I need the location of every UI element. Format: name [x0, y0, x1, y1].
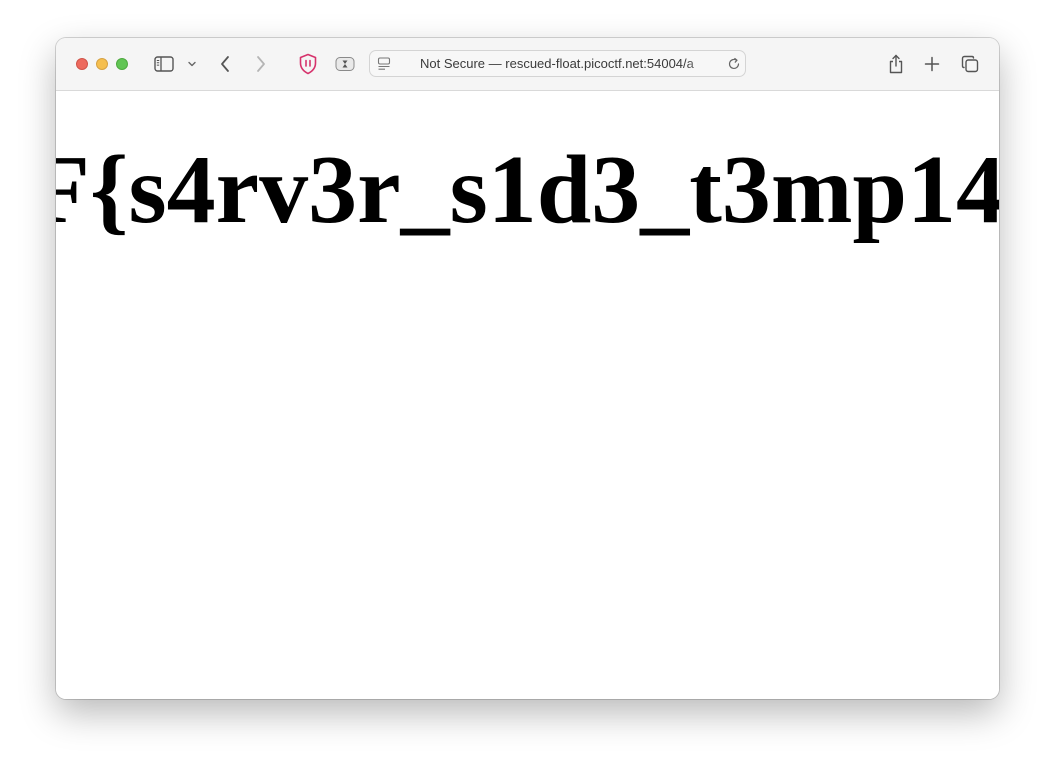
- page-content: F{s4rv3r_s1d3_t3mp14: [56, 91, 999, 699]
- address-bar[interactable]: Not Secure — rescued-float.picoctf.net:5…: [369, 50, 746, 77]
- share-icon[interactable]: [885, 52, 907, 76]
- forward-icon[interactable]: [252, 53, 270, 75]
- browser-window: Not Secure — rescued-float.picoctf.net:5…: [56, 38, 999, 699]
- page-heading: F{s4rv3r_s1d3_t3mp14: [56, 136, 999, 244]
- page-icon[interactable]: [376, 56, 392, 72]
- privacy-shield-icon[interactable]: [297, 52, 319, 76]
- back-icon[interactable]: [216, 53, 234, 75]
- chevron-down-icon[interactable]: [186, 58, 198, 70]
- maximize-window-button[interactable]: [116, 58, 128, 70]
- minimize-window-button[interactable]: [96, 58, 108, 70]
- hourglass-icon[interactable]: [335, 55, 355, 73]
- new-tab-icon[interactable]: [922, 54, 942, 74]
- close-window-button[interactable]: [76, 58, 88, 70]
- browser-toolbar: Not Secure — rescued-float.picoctf.net:5…: [56, 38, 999, 91]
- tabs-overview-icon[interactable]: [959, 53, 981, 75]
- sidebar-icon[interactable]: [153, 55, 175, 73]
- reload-icon[interactable]: [726, 56, 742, 72]
- url-text[interactable]: Not Secure — rescued-float.picoctf.net:5…: [420, 51, 715, 76]
